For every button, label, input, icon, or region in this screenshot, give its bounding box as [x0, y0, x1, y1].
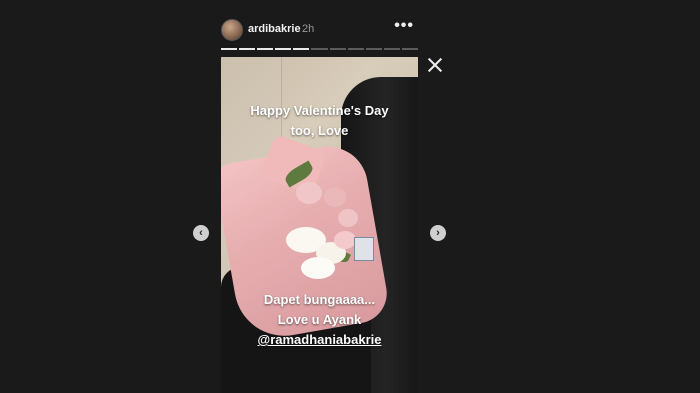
caption-line: Dapet bungaaaa... — [263, 292, 376, 307]
chevron-right-icon[interactable]: › — [430, 225, 446, 241]
progress-segment — [275, 48, 292, 50]
progress-segment — [347, 48, 364, 50]
progress-segment — [401, 48, 419, 50]
progress-segment — [257, 48, 274, 50]
mention-link[interactable]: @ramadhaniabakrie — [221, 330, 418, 350]
story-caption-bottom: Dapet bungaaaa... Love u Ayank @ramadhan… — [221, 290, 418, 350]
username[interactable]: ardibakrie — [248, 23, 301, 35]
story-progress-bar — [221, 48, 419, 51]
chevron-left-icon[interactable]: ‹ — [193, 225, 209, 241]
progress-segment — [365, 48, 382, 50]
story-header: ardibakrie 2h ••• — [221, 17, 418, 43]
progress-segment — [293, 48, 310, 50]
close-icon[interactable] — [428, 58, 442, 72]
progress-segment — [383, 48, 400, 50]
pink-rose — [324, 187, 346, 207]
caption-line: Love u Ayank — [277, 312, 362, 327]
caption-line: Happy Valentine's Day — [250, 103, 389, 118]
pink-rose — [334, 231, 356, 249]
caption-line: too, Love — [290, 123, 349, 138]
white-lily — [301, 257, 335, 279]
pink-rose — [338, 209, 358, 227]
post-time: 2h — [302, 23, 315, 35]
progress-segment — [221, 48, 238, 50]
progress-segment — [329, 48, 346, 50]
story-caption-top: Happy Valentine's Day too, Love — [221, 101, 418, 141]
progress-segment — [311, 48, 328, 50]
pink-rose — [296, 182, 322, 204]
story-media[interactable]: Happy Valentine's Day too, Love Dapet bu… — [221, 57, 418, 393]
avatar[interactable] — [221, 19, 243, 41]
more-dots-icon[interactable]: ••• — [394, 17, 414, 35]
progress-segment — [239, 48, 256, 50]
gift-card — [354, 237, 374, 261]
